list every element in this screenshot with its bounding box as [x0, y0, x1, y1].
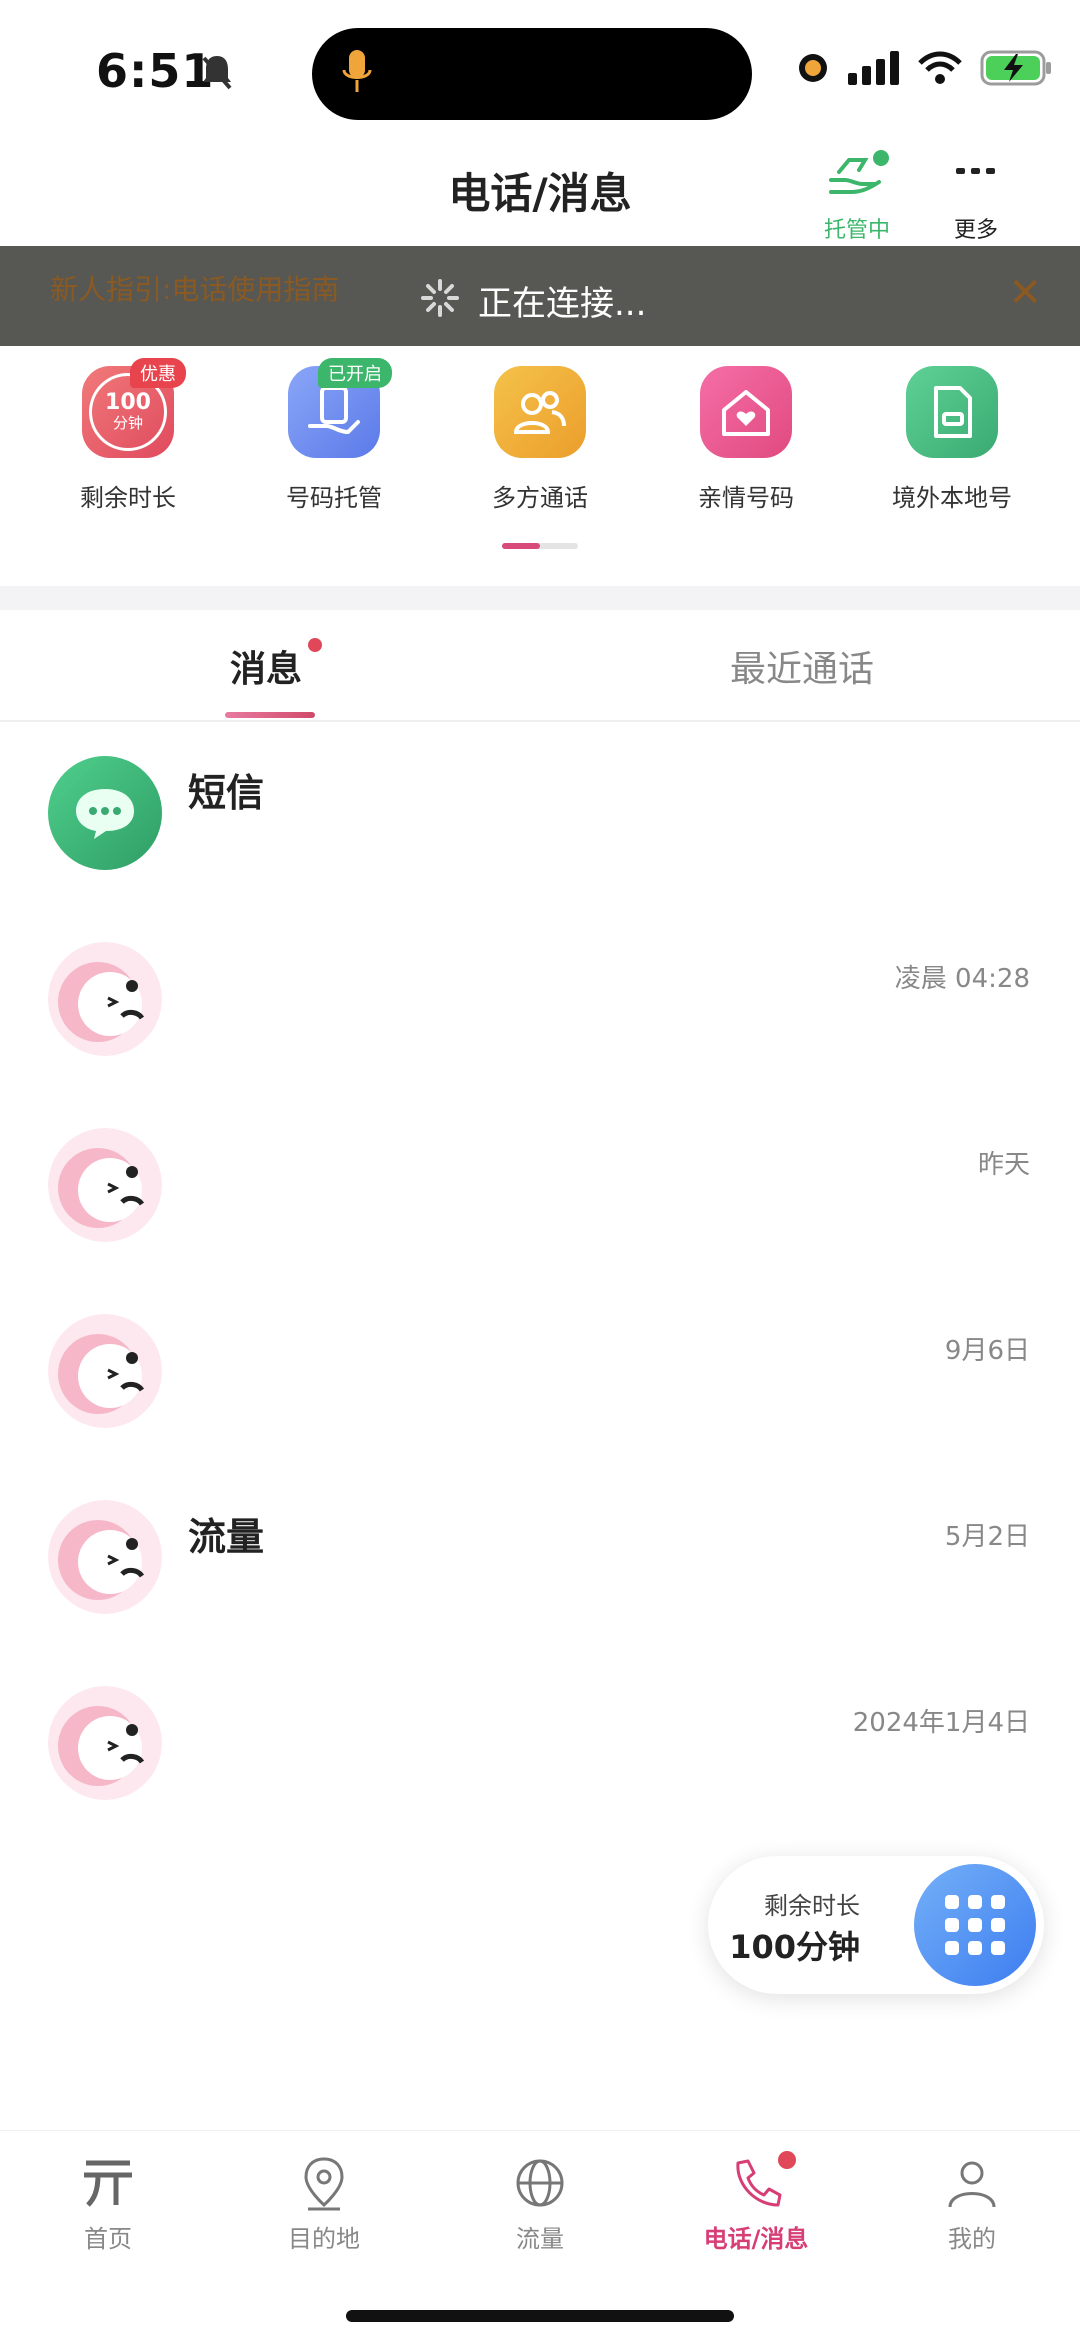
more-button[interactable]: 更多	[946, 150, 1006, 244]
discount-badge: 优惠	[130, 358, 186, 388]
message-time: 2024年1月4日	[852, 1708, 1030, 1738]
shortcut-label: 剩余时长	[80, 484, 176, 512]
dynamic-island	[312, 28, 752, 120]
remaining-time-label: 剩余时长	[764, 1892, 860, 1920]
status-icons	[796, 50, 1054, 86]
sim-card-icon	[906, 366, 998, 458]
sim-glyph	[934, 386, 972, 438]
remaining-time-widget[interactable]: 剩余时长 100分钟	[708, 1856, 1044, 1994]
close-icon[interactable]: ✕	[1008, 270, 1042, 316]
location-pin-icon	[304, 2157, 344, 2211]
nav-label: 流量	[516, 2225, 564, 2253]
connecting-text: 正在连接...	[478, 284, 647, 324]
remaining-time-icon-value: 100	[105, 390, 151, 415]
managed-button[interactable]: 托管中	[824, 150, 890, 244]
nav-home[interactable]: 首页	[0, 2131, 216, 2342]
nav-label: 电话/消息	[703, 2225, 809, 2253]
list-item[interactable]: 短信	[0, 756, 1080, 942]
dialpad-button[interactable]	[914, 1864, 1036, 1986]
list-item[interactable]: 9月6日	[0, 1314, 1080, 1500]
mascot-glyph	[48, 1686, 162, 1800]
shortcut-overseas-number[interactable]: 境外本地号	[849, 366, 1055, 513]
shortcut-number-hosting[interactable]: 已开启 号码托管	[231, 358, 437, 513]
recording-dot-icon	[799, 54, 827, 82]
number-hosting-icon: 已开启	[288, 358, 392, 458]
mascot-glyph	[48, 1314, 162, 1428]
tab-divider	[0, 720, 1080, 722]
unread-dot	[308, 638, 322, 652]
shortcut-conference-call[interactable]: 多方通话	[437, 366, 643, 513]
mascot-avatar	[48, 942, 162, 1056]
managed-hand-icon	[829, 150, 889, 194]
dialpad-icon	[945, 1895, 1005, 1955]
more-icon	[956, 168, 995, 174]
shortcut-row: 100 分钟 优惠 剩余时长 已开启 号码托管 多方通话 亲情号码 境外本地号	[0, 358, 1080, 513]
page-title: 电话/消息	[448, 169, 632, 218]
home-heart-icon	[700, 366, 792, 458]
shortcut-family-number[interactable]: 亲情号码	[643, 366, 849, 513]
nav-profile[interactable]: 我的	[864, 2131, 1080, 2342]
list-item[interactable]: 昨天	[0, 1128, 1080, 1314]
home-heart-glyph	[722, 390, 770, 436]
nav-label: 目的地	[288, 2225, 360, 2253]
battery-charging-icon	[980, 50, 1051, 86]
tab-recent-calls[interactable]: 最近通话	[730, 640, 874, 692]
remaining-time-icon: 100 分钟 优惠	[82, 358, 186, 458]
chat-bubble-glyph	[76, 789, 134, 839]
users-glyph	[513, 391, 566, 434]
shortcut-label: 号码托管	[286, 484, 382, 512]
shortcut-label: 境外本地号	[892, 484, 1012, 512]
mascot-glyph	[48, 942, 162, 1056]
sms-icon	[48, 756, 162, 870]
enabled-badge: 已开启	[318, 358, 392, 388]
message-title: 短信	[188, 771, 265, 815]
message-time: 昨天	[977, 1150, 1030, 1180]
signal-icon	[848, 51, 899, 85]
mascot-avatar	[48, 1686, 162, 1800]
nav-label: 我的	[948, 2225, 996, 2253]
active-tab-indicator	[225, 712, 315, 718]
shortcut-remaining-time[interactable]: 100 分钟 优惠 剩余时长	[25, 358, 231, 513]
managed-label: 托管中	[824, 218, 891, 243]
shortcut-label: 多方通话	[492, 484, 588, 512]
mascot-glyph	[48, 1500, 162, 1614]
loading-spinner-icon	[421, 279, 459, 317]
user-icon	[948, 2161, 996, 2208]
wifi-icon	[918, 51, 962, 84]
mascot-avatar	[48, 1314, 162, 1428]
hand-phone-icon	[308, 386, 360, 435]
shortcut-pager-active	[502, 543, 540, 549]
nav-label: 首页	[84, 2225, 132, 2253]
status-time: 6:51	[96, 44, 215, 98]
list-item[interactable]: 2024年1月4日	[0, 1686, 1080, 1872]
remaining-time-value: 100分钟	[729, 1928, 860, 1966]
mascot-glyph	[48, 1128, 162, 1242]
mascot-avatar	[48, 1128, 162, 1242]
mascot-avatar	[48, 1500, 162, 1614]
message-time: 凌晨 04:28	[894, 964, 1030, 994]
message-time: 5月2日	[944, 1522, 1030, 1552]
message-title: 流量	[188, 1515, 265, 1559]
tab-messages[interactable]: 消息	[230, 640, 302, 692]
section-divider	[0, 586, 1080, 610]
notification-dot	[778, 2151, 796, 2169]
microphone-icon	[342, 50, 372, 92]
new-user-guide-link[interactable]: 新人指引:电话使用指南	[50, 268, 339, 308]
more-label: 更多	[953, 218, 998, 243]
home-icon	[84, 2160, 132, 2207]
shortcut-label: 亲情号码	[698, 484, 794, 512]
silent-bell-icon	[202, 56, 232, 90]
list-item[interactable]: 流量 5月2日	[0, 1500, 1080, 1686]
globe-icon	[516, 2159, 564, 2207]
group-users-icon	[494, 366, 586, 458]
phone-icon	[736, 2159, 782, 2207]
message-time: 9月6日	[944, 1336, 1030, 1366]
remaining-time-icon-unit: 分钟	[112, 414, 143, 432]
home-indicator	[346, 2310, 734, 2322]
list-item[interactable]: 凌晨 04:28	[0, 942, 1080, 1128]
